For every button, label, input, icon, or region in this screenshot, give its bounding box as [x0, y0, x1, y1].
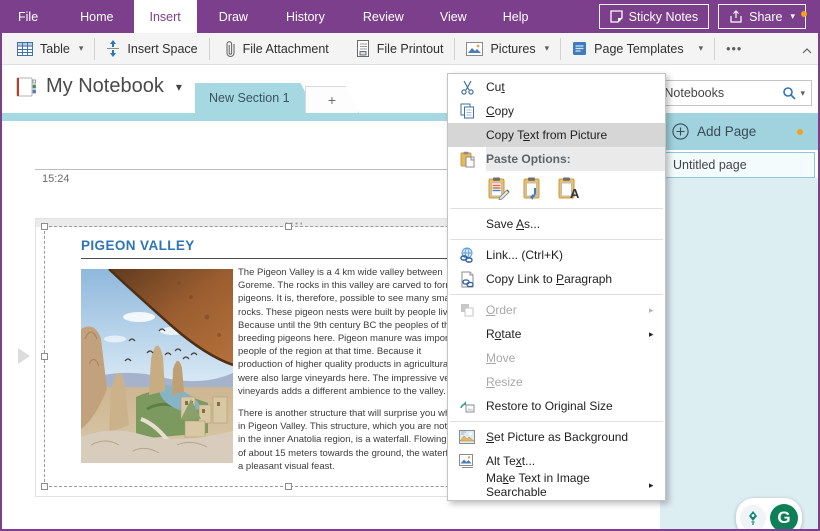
paste-merge-formatting-icon[interactable] — [521, 175, 547, 201]
submenu-arrow-icon: ▸ — [649, 328, 654, 339]
menu-item-restore-original-size[interactable]: Restore to Original Size — [448, 394, 665, 418]
menu-paste-options-header: Paste Options: — [448, 147, 665, 171]
window-border-left — [0, 33, 2, 531]
menu-item-rotate[interactable]: Rotate ▸ — [448, 322, 665, 346]
tab-file[interactable]: File — [0, 0, 56, 33]
tab-draw[interactable]: Draw — [203, 0, 264, 33]
menu-item-save-as[interactable]: Save As... — [448, 212, 665, 236]
table-caret-icon: ▾ — [78, 43, 84, 53]
more-commands-button[interactable]: ••• — [715, 33, 753, 64]
menu-separator — [450, 208, 663, 209]
copy-link-icon — [448, 271, 486, 288]
menu-item-move: Move — [486, 351, 516, 365]
share-button[interactable]: Share ▾ — [718, 4, 806, 29]
restore-size-icon — [448, 399, 486, 414]
svg-text:A: A — [570, 186, 580, 200]
add-page-plus-icon — [672, 123, 689, 140]
page-templates-caret-icon: ▾ — [698, 43, 704, 53]
selection-handle-nw[interactable] — [41, 223, 48, 230]
menu-separator — [450, 294, 663, 295]
menu-item-cut[interactable]: Cut — [448, 75, 665, 99]
selection-handle-w[interactable] — [41, 353, 48, 360]
share-icon — [730, 10, 742, 23]
tab-history[interactable]: History — [270, 0, 341, 33]
search-caret-icon[interactable]: ▾ — [800, 88, 805, 99]
search-icon — [783, 87, 797, 100]
grammarly-widget[interactable]: G — [736, 498, 802, 531]
menu-item-set-picture-as-background[interactable]: Set Picture as Background — [448, 425, 665, 449]
insert-space-button[interactable]: Insert Space — [95, 33, 208, 64]
grammarly-bulb-icon — [740, 505, 766, 531]
menu-item-copy-text-from-picture[interactable]: Copy Text from Picture — [448, 123, 665, 147]
notebook-dropdown[interactable]: My Notebook ▾ — [14, 75, 182, 98]
pictures-icon — [466, 41, 484, 56]
add-section-tab[interactable]: + — [305, 86, 359, 113]
set-background-icon — [448, 430, 486, 444]
paperclip-icon — [226, 40, 235, 57]
add-page-button[interactable]: Add Page — [660, 113, 818, 150]
chevron-up-icon — [802, 48, 812, 54]
page-timestamp: 15:24 — [42, 173, 70, 185]
tab-insert[interactable]: Insert — [133, 0, 197, 33]
table-button[interactable]: Table ▾ — [6, 33, 94, 64]
submenu-arrow-icon: ▸ — [649, 479, 654, 490]
add-page-notification-dot — [797, 129, 803, 135]
file-printout-icon — [356, 40, 369, 57]
page-templates-icon — [573, 42, 587, 55]
tab-help[interactable]: Help — [487, 0, 545, 33]
page-list-background — [660, 178, 818, 529]
tab-home[interactable]: Home — [64, 0, 129, 33]
insert-space-icon — [107, 40, 120, 57]
selection-handle-sw[interactable] — [41, 483, 48, 490]
menu-separator — [450, 421, 663, 422]
menu-item-alt-text[interactable]: Alt Text... — [448, 449, 665, 473]
menu-item-copy[interactable]: Copy — [448, 99, 665, 123]
paste-options-row: A — [448, 171, 665, 205]
ribbon-tab-bar: File Home Insert Draw History Review Vie… — [0, 0, 820, 33]
order-icon — [448, 303, 486, 317]
menu-item-make-text-searchable[interactable]: Make Text in Image Searchable ▸ — [448, 471, 665, 499]
paragraph-handle-arrow[interactable] — [18, 348, 30, 364]
pages-sidebar: All Notebooks ▾ Add Page Untitled page — [638, 65, 818, 529]
submenu-arrow-icon: ▸ — [649, 304, 654, 315]
cut-icon — [448, 80, 486, 95]
page-list-item-untitled[interactable]: Untitled page — [663, 152, 815, 178]
pictures-button[interactable]: Pictures ▾ — [455, 33, 560, 64]
tab-review[interactable]: Review — [347, 0, 420, 33]
tab-view[interactable]: View — [424, 0, 483, 33]
paste-keep-text-only-icon[interactable]: A — [556, 175, 582, 201]
selection-handle-s[interactable] — [285, 483, 292, 490]
menu-item-link[interactable]: Link... (Ctrl+K) — [448, 243, 665, 267]
page-templates-button[interactable]: Page Templates ▾ — [561, 33, 714, 64]
notebook-icon — [16, 77, 36, 96]
pigeon-valley-photo[interactable] — [81, 269, 233, 463]
copy-icon — [448, 103, 486, 119]
grammarly-g-icon: G — [770, 504, 798, 531]
paste-keep-source-formatting-icon[interactable] — [486, 175, 512, 201]
selection-handle-n[interactable] — [285, 223, 292, 230]
table-icon — [17, 41, 33, 56]
menu-item-order: Order ▸ — [448, 298, 665, 322]
notebook-caret-icon: ▾ — [175, 79, 182, 94]
menu-item-resize: Resize — [486, 375, 523, 389]
paste-icon — [448, 147, 486, 171]
pictures-caret-icon: ▾ — [544, 43, 550, 53]
alt-text-icon — [448, 453, 486, 469]
onenote-window: File Home Insert Draw History Review Vie… — [0, 0, 820, 531]
notification-dot — [801, 11, 807, 17]
file-attachment-button[interactable]: File Attachment — [210, 33, 340, 64]
file-printout-button[interactable]: File Printout — [340, 33, 455, 64]
section-tab-new-section-1[interactable]: New Section 1 — [195, 83, 316, 113]
share-caret-icon: ▾ — [790, 11, 795, 21]
collapse-ribbon-chevron[interactable] — [802, 43, 812, 57]
picture-context-menu: Cut Copy Copy Text from Picture Paste Op… — [447, 73, 666, 501]
menu-separator — [450, 239, 663, 240]
insert-ribbon-toolbar: Table ▾ Insert Space File Attachment File… — [0, 33, 820, 65]
link-icon — [448, 247, 486, 263]
sticky-note-icon — [609, 10, 623, 23]
menu-item-copy-link-to-paragraph[interactable]: Copy Link to Paragraph — [448, 267, 665, 291]
sticky-notes-button[interactable]: Sticky Notes — [598, 4, 710, 29]
